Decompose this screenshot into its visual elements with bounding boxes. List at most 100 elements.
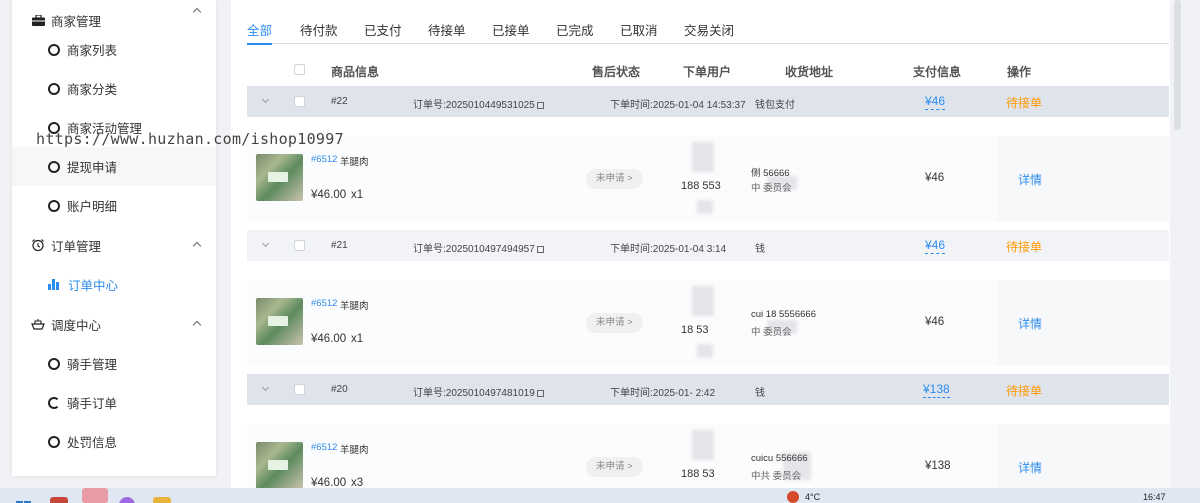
order-row: #6512 羊腿肉 ¥46.00 x1 未申请 > 18 53 cui 18 5…: [247, 280, 1169, 366]
after-sale-button[interactable]: 未申请 >: [586, 169, 643, 189]
chevron-down-icon[interactable]: [261, 383, 270, 392]
order-index: #22: [331, 96, 348, 107]
pay-method: 钱: [755, 388, 765, 399]
column-product: 商品信息: [331, 65, 380, 79]
product-name: 羊腿肉: [340, 157, 369, 168]
user-phone: 18 53: [681, 324, 709, 336]
tab-closed[interactable]: 交易关闭: [684, 20, 734, 44]
order-number-text: 订单号:2025010449531025: [413, 100, 535, 111]
bar-chart-icon: [48, 279, 60, 290]
sidebar-item-withdraw[interactable]: 提现申请: [12, 147, 216, 186]
order-status-tabs: 全部 待付款 已支付 待接单 已接单 已完成 已取消 交易关闭: [247, 20, 1169, 45]
chevron-down-icon[interactable]: [261, 239, 270, 248]
product-thumbnail: [256, 298, 303, 345]
after-sale-button[interactable]: 未申请 >: [586, 313, 643, 333]
clock-time[interactable]: 16:47: [1143, 492, 1166, 502]
weather-temp: 4°C: [805, 492, 821, 502]
sidebar-item-rider-orders[interactable]: 骑手订单: [12, 383, 216, 422]
column-payment: 支付信息: [913, 65, 962, 79]
status-badge: 待接单: [1006, 240, 1043, 254]
user-phone: 188 53: [681, 468, 715, 480]
weather-icon: [787, 491, 799, 503]
sidebar-item-rider-management[interactable]: 骑手管理: [12, 344, 216, 383]
select-all-checkbox[interactable]: [294, 64, 305, 75]
chevron-up-icon: [192, 320, 202, 330]
column-after-sale: 售后状态: [592, 65, 641, 79]
sidebar-group-dispatch[interactable]: 调度中心: [12, 304, 216, 344]
sidebar-item-account-detail[interactable]: 账户明细: [12, 186, 216, 225]
tab-cancelled[interactable]: 已取消: [620, 20, 658, 44]
app-icon[interactable]: [119, 497, 135, 503]
order-number-text: 订单号:2025010497494957: [413, 244, 535, 255]
user-phone: 188 553: [681, 180, 721, 192]
sidebar-item-label: 提现申请: [67, 161, 118, 175]
order-number: 订单号:2025010497481019: [413, 384, 544, 399]
address-line-1: cui 18 5556666: [751, 309, 816, 320]
sidebar-item-merchant-list[interactable]: 商家列表: [12, 30, 216, 69]
address-line-1: 侧 56666: [751, 168, 790, 179]
tab-pending-accept[interactable]: 待接单: [428, 20, 466, 44]
detail-link[interactable]: 详情: [1018, 171, 1042, 188]
app-icon[interactable]: [82, 488, 108, 503]
tab-completed[interactable]: 已完成: [556, 20, 594, 44]
pay-amount-link[interactable]: ¥46: [925, 238, 946, 254]
tab-paid[interactable]: 已支付: [364, 20, 402, 44]
product-thumbnail: [256, 154, 303, 201]
chevron-down-icon[interactable]: [261, 95, 270, 104]
order-checkbox[interactable]: [294, 96, 305, 107]
detail-link[interactable]: 详情: [1018, 315, 1042, 332]
chevron-up-icon: [192, 241, 202, 251]
sidebar-item-penalty-info[interactable]: 处罚信息: [12, 422, 216, 461]
product-qty: x1: [351, 333, 364, 345]
tab-accepted[interactable]: 已接单: [492, 20, 530, 44]
order-checkbox[interactable]: [294, 384, 305, 395]
sidebar-group-label: 调度中心: [51, 318, 102, 333]
pay-method: 钱: [755, 244, 765, 255]
scrollbar-thumb[interactable]: [1174, 0, 1181, 130]
pay-amount-link[interactable]: ¥46: [925, 94, 946, 110]
taskbar: 4°C 16:47: [0, 488, 1200, 503]
tab-pending-payment[interactable]: 待付款: [300, 20, 338, 44]
dispatch-icon: [31, 317, 45, 331]
paid-amount: ¥138: [925, 460, 951, 472]
detail-link[interactable]: 详情: [1018, 459, 1042, 476]
half-circle-icon: [48, 396, 60, 409]
copy-icon[interactable]: [536, 246, 544, 253]
order-row: #6512 羊腿肉 ¥46.00 x1 未申请 > 188 553 侧 5666…: [247, 136, 1169, 222]
scrollbar[interactable]: [1170, 0, 1185, 490]
product-id-link[interactable]: #6512: [311, 154, 337, 165]
after-sale-button[interactable]: 未申请 >: [586, 457, 643, 477]
sidebar-item-label: 骑手订单: [67, 397, 118, 411]
order-header: #22 订单号:2025010449531025 下单时间:2025-01-04…: [247, 86, 1169, 117]
product-name: 羊腿肉: [340, 301, 369, 312]
circle-icon: [48, 199, 60, 212]
product-thumbnail: [256, 442, 303, 489]
order-time: 下单时间:2025-01-04 3:14: [610, 244, 727, 255]
product-price: ¥46.00: [311, 189, 347, 201]
order-checkbox[interactable]: [294, 240, 305, 251]
column-address: 收货地址: [785, 65, 834, 79]
order-number: 订单号:2025010449531025: [413, 96, 544, 111]
sidebar-group-orders[interactable]: 订单管理: [12, 225, 216, 265]
pay-amount-link[interactable]: ¥138: [923, 382, 950, 398]
product-id-link[interactable]: #6512: [311, 442, 337, 453]
sidebar-item-label: 订单中心: [68, 279, 119, 293]
circle-icon: [48, 160, 60, 173]
windows-start-icon[interactable]: [16, 498, 34, 503]
order-number: 订单号:2025010497494957: [413, 240, 544, 255]
address-line-2: 中共 委员会: [751, 471, 802, 482]
product-id-link[interactable]: #6512: [311, 298, 337, 309]
copy-icon[interactable]: [536, 390, 544, 397]
order-header: #21 订单号:2025010497494957 下单时间:2025-01-04…: [247, 230, 1169, 261]
sidebar-item-label: 账户明细: [67, 200, 118, 214]
circle-icon: [48, 435, 60, 448]
circle-icon: [48, 43, 60, 56]
app-icon[interactable]: [50, 497, 68, 503]
chevron-up-icon: [192, 7, 202, 17]
folder-icon[interactable]: [153, 497, 171, 503]
copy-icon[interactable]: [536, 102, 544, 109]
sidebar-item-merchant-category[interactable]: 商家分类: [12, 69, 216, 108]
tab-all[interactable]: 全部: [247, 20, 273, 45]
order-index: #21: [331, 240, 348, 251]
sidebar-item-order-center[interactable]: 订单中心: [12, 265, 216, 304]
